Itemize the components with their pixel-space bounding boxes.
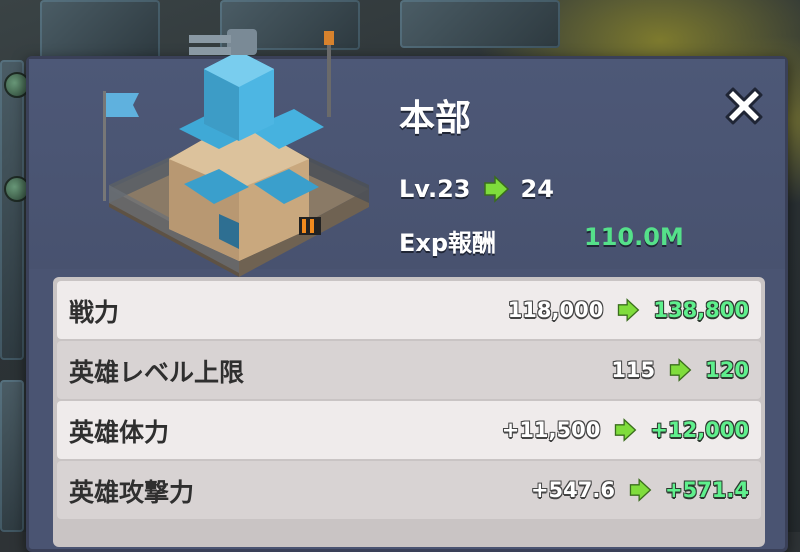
stat-row-hero-hp: 英雄体力 +11,500 +12,000 — [57, 401, 761, 459]
stat-label: 戦力 — [69, 298, 120, 327]
stat-values: +547.6 +571.4 — [531, 475, 749, 505]
headquarters-building-icon — [103, 29, 369, 277]
stat-row-hero-level-cap: 英雄レベル上限 115 120 — [57, 341, 761, 399]
stat-old-value: +547.6 — [530, 478, 615, 502]
arrow-right-icon — [618, 298, 640, 322]
exp-label: Exp報酬 — [399, 229, 497, 257]
world-building-tile — [0, 380, 24, 532]
world-building-tile — [400, 0, 560, 48]
stat-new-value: 120 — [705, 358, 749, 382]
stat-new-value: +12,000 — [650, 418, 749, 442]
stat-label: 英雄攻撃力 — [69, 478, 195, 507]
stats-list: 戦力 118,000 138,800 英雄レベル上限 115 120 英雄体力 … — [53, 277, 765, 547]
stat-values: 115 120 — [611, 355, 749, 385]
building-title: 本部 — [399, 98, 472, 139]
stat-old-value: +11,500 — [501, 418, 601, 442]
stat-old-value: 115 — [611, 358, 656, 382]
level-next: 24 — [520, 175, 554, 203]
exp-value: 110.0M — [584, 223, 684, 251]
stat-old-value: 118,000 — [507, 298, 604, 322]
level-row: Lv. 23 24 — [399, 169, 554, 209]
upgrade-info-panel: 本部 Lv. 23 24 Exp報酬 110.0M 戦力 118,000 138,… — [26, 29, 788, 552]
stat-new-value: +571.4 — [664, 478, 749, 502]
arrow-right-icon — [669, 358, 692, 382]
arrow-right-icon — [615, 418, 637, 442]
close-icon[interactable] — [719, 81, 769, 131]
stat-values: +11,500 +12,000 — [502, 415, 749, 445]
world-building-tile — [0, 60, 24, 360]
stat-new-value: 138,800 — [653, 298, 749, 322]
stat-row-power: 戦力 118,000 138,800 — [57, 281, 761, 339]
exp-reward-row: Exp報酬 110.0M — [399, 219, 759, 259]
arrow-right-icon — [629, 478, 652, 502]
stat-row-hero-attack: 英雄攻撃力 +547.6 +571.4 — [57, 461, 761, 519]
level-current: 23 — [437, 175, 471, 203]
stat-label: 英雄レベル上限 — [69, 358, 245, 387]
arrow-right-icon — [483, 175, 509, 203]
stat-values: 118,000 138,800 — [508, 295, 749, 325]
stat-label: 英雄体力 — [69, 418, 170, 447]
level-prefix: Lv. — [399, 175, 438, 203]
